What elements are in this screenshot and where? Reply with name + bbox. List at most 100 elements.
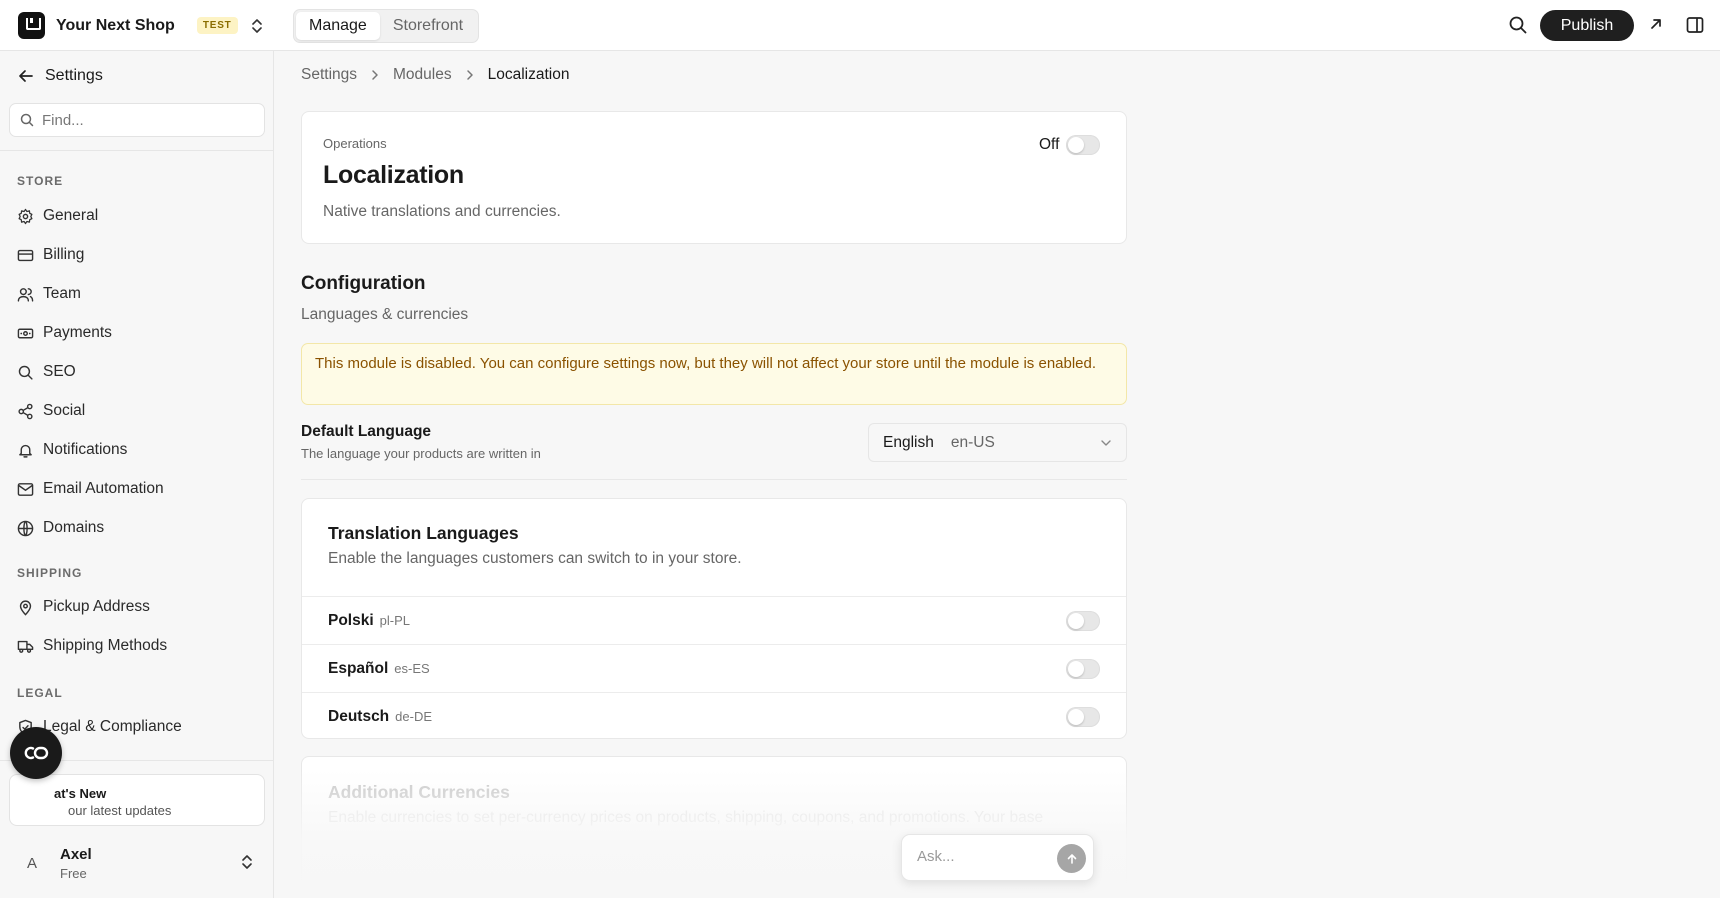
whats-new-title: at's New [54, 786, 107, 801]
module-enable-toggle[interactable] [1066, 135, 1101, 155]
translation-languages-card: Translation Languages Enable the languag… [301, 498, 1127, 739]
sidebar-item-pickup-address[interactable]: Pickup Address [17, 596, 150, 618]
section-label-legal: LEGAL [17, 686, 63, 700]
ask-send-button[interactable] [1057, 844, 1086, 873]
banknote-icon [17, 328, 34, 338]
divider [0, 150, 274, 151]
search-icon [20, 113, 34, 127]
language-name: Deutsch [328, 708, 390, 725]
sidebar-item-label: Legal & Compliance [43, 718, 182, 735]
back-to-settings[interactable]: Settings [18, 67, 103, 85]
arrow-left-icon [19, 70, 33, 82]
sidebar-item-label: Billing [43, 246, 85, 263]
ask-box [901, 834, 1094, 881]
chevron-right-icon [372, 70, 378, 80]
sidebar-item-label: Notifications [43, 441, 128, 458]
find-field [9, 103, 265, 137]
sidebar-item-payments[interactable]: Payments [17, 322, 112, 344]
globe-icon [17, 520, 34, 536]
search-icon[interactable] [1508, 15, 1528, 35]
language-toggle-deutsch[interactable] [1066, 707, 1100, 727]
credit-card-icon [17, 249, 34, 261]
top-bar: Your Next Shop TEST Manage Storefront Pu… [0, 0, 1720, 51]
test-badge: TEST [196, 17, 238, 34]
assistant-launcher-button[interactable] [10, 727, 62, 779]
language-row-espanol: Español es-ES [302, 644, 1126, 692]
external-link-icon[interactable] [1648, 16, 1664, 32]
breadcrumb: Settings Modules Localization [301, 66, 569, 84]
sidebar-item-label: SEO [43, 363, 76, 380]
share-icon [18, 403, 33, 419]
sidebar-item-label: Email Automation [43, 480, 164, 497]
sidebar-item-email-automation[interactable]: Email Automation [17, 478, 164, 500]
language-toggle-polski[interactable] [1066, 611, 1100, 631]
page-title: Localization [323, 161, 464, 189]
language-name: Español [328, 660, 389, 677]
avatar: A [27, 855, 38, 872]
shop-logo-icon [18, 12, 45, 39]
additional-currencies-title: Additional Currencies [328, 782, 510, 802]
tab-manage[interactable]: Manage [296, 12, 380, 40]
language-code: de-DE [395, 709, 433, 724]
default-language-select[interactable]: English en-US [868, 423, 1127, 462]
sidebar-item-label: Shipping Methods [43, 637, 168, 654]
find-input[interactable] [42, 111, 242, 129]
truck-icon [17, 640, 34, 653]
back-label: Settings [45, 67, 103, 84]
assistant-logo-icon [24, 746, 49, 760]
chevron-up-down-icon[interactable] [250, 18, 264, 34]
sidebar-item-seo[interactable]: SEO [17, 361, 76, 383]
default-language-subtitle: The language your products are written i… [301, 446, 541, 461]
language-name: Polski [328, 612, 374, 629]
sidebar-panel-icon[interactable] [1685, 15, 1705, 35]
section-label-shipping: SHIPPING [17, 566, 83, 580]
module-header-card: Operations Localization Native translati… [301, 111, 1127, 244]
additional-currencies-subtitle: Enable currencies to set per-currency pr… [328, 809, 1044, 826]
sidebar-item-domains[interactable]: Domains [17, 517, 104, 539]
sidebar-item-shipping-methods[interactable]: Shipping Methods [17, 635, 167, 657]
disabled-warning-banner: This module is disabled. You can configu… [301, 343, 1127, 405]
selected-language-code: en-US [950, 433, 995, 451]
chevron-right-icon [466, 70, 473, 80]
gear-icon [18, 208, 33, 224]
shop-name: Your Next Shop [56, 16, 175, 34]
bell-icon [19, 444, 32, 458]
user-name: Axel [60, 846, 92, 863]
language-code: es-ES [394, 661, 430, 676]
ask-input[interactable] [917, 848, 1047, 865]
sidebar-item-label: General [43, 207, 99, 224]
breadcrumb-modules[interactable]: Modules [393, 66, 452, 84]
tab-storefront[interactable]: Storefront [380, 12, 476, 40]
users-icon [17, 287, 34, 302]
breadcrumb-settings[interactable]: Settings [301, 66, 357, 84]
sidebar-item-social[interactable]: Social [17, 400, 85, 422]
module-category: Operations [323, 136, 387, 151]
language-row-polski: Polski pl-PL [302, 596, 1126, 644]
publish-button[interactable]: Publish [1540, 10, 1634, 41]
sidebar-item-general[interactable]: General [17, 205, 98, 227]
sidebar-item-label: Team [43, 285, 81, 302]
whats-new-card[interactable]: at's New our latest updates [9, 774, 265, 826]
configuration-title: Configuration [301, 273, 426, 294]
default-language-title: Default Language [301, 423, 432, 440]
map-pin-icon [19, 599, 32, 616]
language-row-deutsch: Deutsch de-DE [302, 692, 1126, 740]
language-toggle-espanol[interactable] [1066, 659, 1100, 679]
configuration-subtitle: Languages & currencies [301, 306, 469, 323]
chevron-up-down-icon[interactable] [240, 854, 254, 870]
sidebar-item-billing[interactable]: Billing [17, 244, 84, 266]
shop-switcher[interactable]: Your Next Shop TEST [18, 12, 264, 39]
module-toggle-label: Off [1039, 136, 1060, 153]
breadcrumb-localization: Localization [487, 66, 570, 83]
selected-language-name: English [883, 433, 934, 451]
arrow-up-icon [1067, 853, 1076, 864]
search-icon [18, 365, 33, 380]
mode-tabs: Manage Storefront [293, 9, 480, 43]
mail-icon [17, 482, 34, 496]
module-description: Native translations and currencies. [323, 203, 561, 220]
translation-languages-title: Translation Languages [328, 523, 519, 543]
sidebar-item-label: Domains [43, 519, 105, 536]
sidebar-item-team[interactable]: Team [17, 283, 81, 305]
sidebar-item-notifications[interactable]: Notifications [17, 439, 127, 461]
language-code: pl-PL [379, 613, 411, 628]
